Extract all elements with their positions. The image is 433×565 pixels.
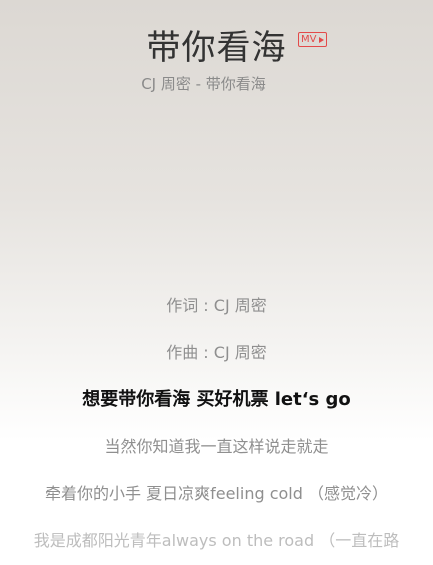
play-icon [318,36,324,43]
song-artist-subtitle: CJ 周密 - 带你看海 [141,75,266,93]
lyric-line[interactable]: 作词 : CJ 周密 [0,294,433,318]
lyric-line[interactable]: 作曲 : CJ 周密 [0,341,433,365]
lyric-line[interactable]: 我是成都阳光青年always on the road （一直在路 [0,529,433,553]
song-title: 带你看海 [146,28,287,68]
song-header: 带你看海 MV CJ 周密 - 带你看海 [0,26,433,94]
lyric-line[interactable]: 牵着你的小手 夏日凉爽feeling cold （感觉冷） [0,482,433,506]
lyric-line[interactable]: 当然你知道我一直这样说走就走 [0,435,433,459]
mv-button[interactable]: MV [298,32,327,47]
lyric-line-current[interactable]: 想要带你看海 买好机票 let‘s go [0,388,433,412]
title-row: 带你看海 MV [146,26,327,70]
mv-label: MV [301,34,317,45]
